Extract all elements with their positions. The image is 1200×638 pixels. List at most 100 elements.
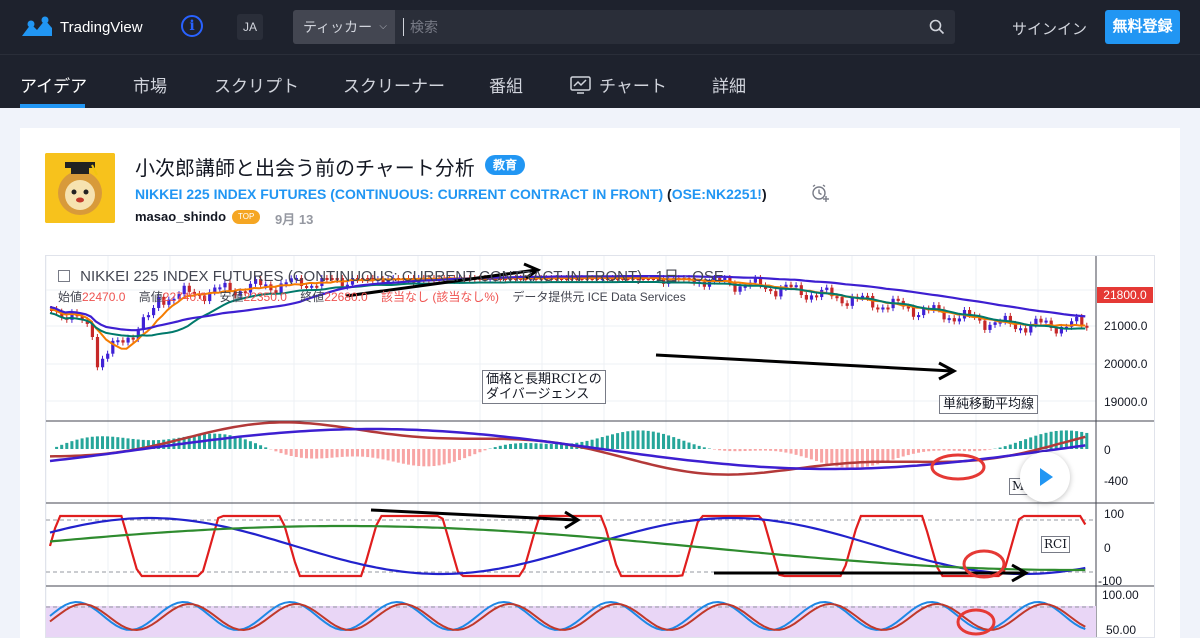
macd-histogram-bar [774, 449, 777, 451]
rci-axis-neg100: -100 [1098, 574, 1122, 588]
nav-item-chart[interactable]: チャート [570, 72, 667, 97]
macd-histogram-bar [815, 449, 818, 461]
author-name[interactable]: masao_shindo [135, 209, 226, 224]
candle-body [994, 322, 997, 325]
signin-link[interactable]: サインイン [1012, 18, 1087, 39]
macd-histogram-bar [968, 449, 971, 451]
macd-histogram-bar [371, 449, 374, 458]
macd-histogram-bar [86, 437, 89, 449]
macd-histogram-bar [494, 447, 497, 449]
macd-histogram-bar [448, 449, 451, 463]
symbol-code-link[interactable]: OSE:NK2251! [672, 186, 762, 202]
nav-item-chart-label: チャート [599, 72, 667, 97]
candle-body [897, 299, 900, 301]
search-icon[interactable] [929, 19, 945, 35]
macd-histogram-bar [473, 449, 476, 454]
nav-item-screener[interactable]: スクリーナー [343, 72, 445, 97]
close-value: 22680.0 [324, 290, 367, 304]
change-value: 該当なし (該当なし%) [381, 290, 499, 304]
macd-axis-neg400: -400 [1104, 474, 1128, 488]
candle-body [1019, 328, 1022, 330]
macd-histogram-bar [937, 449, 940, 451]
macd-histogram-bar [285, 449, 288, 455]
nav-item-more[interactable]: 詳細 [712, 72, 746, 97]
macd-histogram-bar [213, 434, 216, 449]
high-value: 22740.0 [163, 290, 206, 304]
macd-histogram-bar [555, 444, 558, 449]
candle-body [1080, 317, 1083, 326]
nav-item-markets[interactable]: 市場 [133, 72, 167, 97]
high-label: 高値 [139, 290, 163, 304]
macd-histogram-bar [958, 449, 961, 451]
separator-dot: · [683, 268, 692, 285]
macd-histogram-bar [790, 449, 793, 454]
macd-histogram-bar [611, 434, 614, 449]
top-bar: TradingView i JA ティッカー ⌵ サインイン 無料登録 [0, 0, 1200, 54]
macd-histogram-bar [295, 449, 298, 457]
macd-histogram-bar [999, 448, 1002, 449]
macd-histogram-bar [769, 449, 772, 451]
macd-histogram-bar [76, 440, 79, 449]
candle-body [1085, 326, 1088, 328]
candle-body [948, 318, 951, 320]
nav-item-shows[interactable]: 番組 [489, 72, 523, 97]
macd-histogram-bar [805, 449, 808, 458]
candle-body [810, 295, 813, 299]
candle-body [815, 295, 818, 297]
macd-histogram-bar [892, 449, 895, 460]
idea-card: 小次郎講師と出会う前のチャート分析 教育 NIKKEI 225 INDEX FU… [20, 128, 1180, 638]
macd-histogram-bar [754, 449, 757, 451]
low-label: 安値 [220, 290, 244, 304]
author-avatar[interactable] [45, 153, 115, 223]
macd-histogram-bar [96, 436, 99, 449]
register-button[interactable]: 無料登録 [1105, 10, 1180, 44]
macd-histogram-bar [463, 449, 466, 458]
macd-histogram-bar [866, 449, 869, 467]
candle-body [152, 308, 155, 315]
tradingview-logo-icon [20, 16, 54, 38]
rci-axis-0: 0 [1104, 541, 1111, 555]
publish-date: 9月 13 [275, 209, 313, 228]
separator-dot: · [646, 268, 655, 285]
macd-histogram-bar [336, 449, 339, 457]
category-tag[interactable]: 教育 [485, 155, 525, 175]
macd-histogram-bar [667, 435, 670, 449]
macd-histogram-bar [478, 449, 481, 452]
nav-item-ideas[interactable]: アイデア [20, 72, 87, 97]
play-button[interactable] [1020, 452, 1070, 502]
language-switch[interactable]: JA [237, 14, 263, 40]
lion-mascot-icon [45, 153, 115, 223]
macd-histogram-bar [1024, 439, 1027, 449]
candle-body [127, 338, 130, 343]
brand-logo[interactable]: TradingView [20, 16, 143, 38]
macd-histogram-bar [1065, 430, 1068, 449]
macd-histogram-bar [65, 443, 68, 449]
macd-histogram-bar [846, 449, 849, 468]
macd-histogram-bar [830, 449, 833, 465]
macd-histogram-bar [861, 449, 864, 467]
info-icon[interactable]: i [181, 15, 203, 37]
search-type-select[interactable]: ティッカー ⌵ [293, 10, 395, 44]
macd-histogram-bar [784, 449, 787, 453]
macd-histogram-bar [677, 439, 680, 449]
candle-body [1075, 317, 1078, 321]
candle-body [101, 359, 104, 368]
macd-histogram-bar [550, 444, 553, 449]
low-value: 22350.0 [244, 290, 287, 304]
macd-histogram-bar [1029, 437, 1032, 449]
macd-histogram-bar [458, 449, 461, 460]
macd-histogram-bar [886, 449, 889, 461]
macd-histogram-bar [912, 449, 915, 454]
idea-chart[interactable]: NIKKEI 225 INDEX FUTURES (CONTINUOUS: CU… [45, 255, 1155, 638]
macd-histogram-bar [1039, 434, 1042, 449]
macd-histogram-bar [504, 445, 507, 449]
nav-item-scripts[interactable]: スクリプト [214, 72, 299, 97]
macd-histogram-bar [897, 449, 900, 458]
search-input[interactable] [403, 18, 903, 36]
alarm-add-icon[interactable] [810, 183, 830, 203]
macd-histogram-bar [468, 449, 471, 456]
collapse-icon[interactable] [58, 270, 70, 282]
chart-header: NIKKEI 225 INDEX FUTURES (CONTINUOUS: CU… [58, 265, 724, 286]
symbol-name-link[interactable]: NIKKEI 225 INDEX FUTURES (CONTINUOUS: CU… [135, 186, 663, 202]
macd-histogram-bar [223, 434, 226, 449]
